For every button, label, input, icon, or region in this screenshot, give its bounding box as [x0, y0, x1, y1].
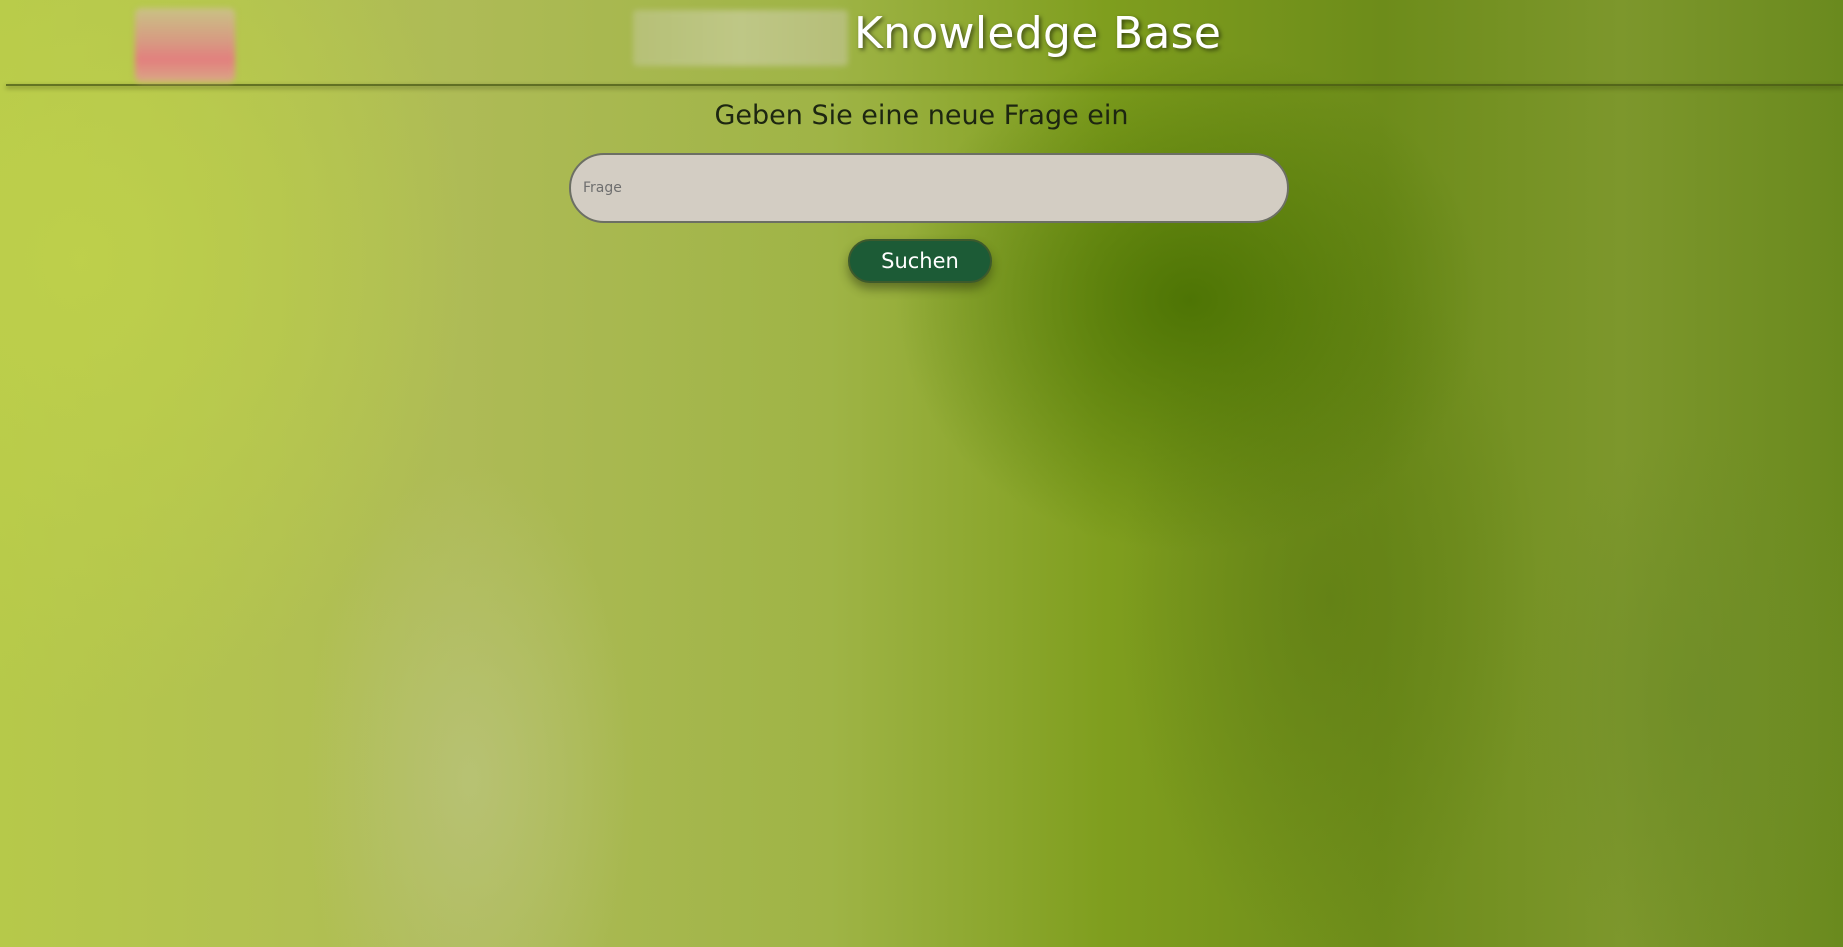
- page-heading: Geben Sie eine neue Frage ein: [714, 100, 1129, 131]
- brand-name-image: [633, 10, 848, 66]
- background-image: [0, 0, 1843, 947]
- site-header: Knowledge Base: [0, 0, 1843, 84]
- company-logo[interactable]: [135, 8, 235, 82]
- site-title: Knowledge Base: [854, 8, 1222, 59]
- question-input[interactable]: [569, 153, 1289, 223]
- header-divider: [6, 84, 1843, 86]
- search-button[interactable]: Suchen: [848, 239, 992, 283]
